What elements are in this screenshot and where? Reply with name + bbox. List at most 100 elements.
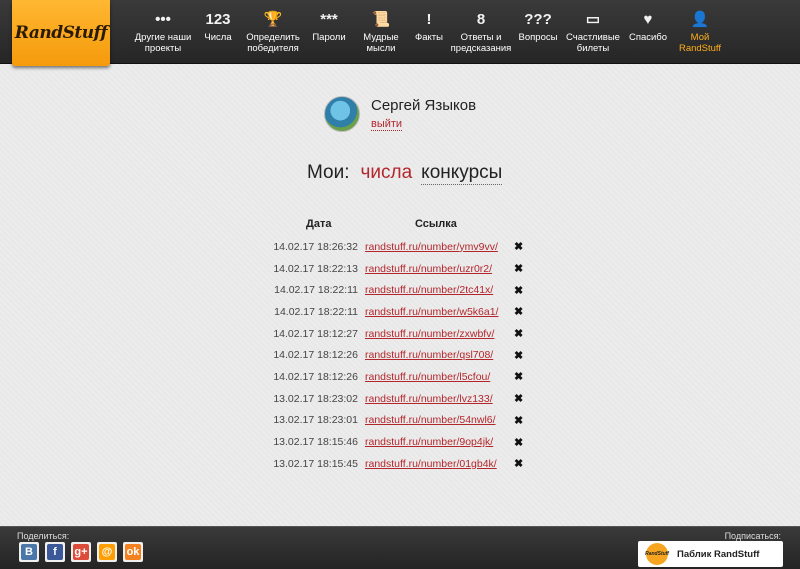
row-date: 14.02.17 18:12:26 — [273, 349, 358, 362]
table-row: 14.02.17 18:26:32 randstuff.ru/number/ymv… — [270, 236, 523, 258]
row-date: 14.02.17 18:22:11 — [274, 284, 358, 297]
row-link[interactable]: randstuff.ru/number/lvz133/ — [365, 393, 512, 405]
heart-icon: ♥ — [643, 10, 653, 28]
table-row: 13.02.17 18:23:02 randstuff.ru/number/lvz… — [270, 388, 523, 410]
row-link[interactable]: randstuff.ru/number/l5cfou/ — [365, 371, 512, 383]
magic-ball-icon: 8 — [476, 10, 486, 28]
logout-link[interactable]: выйти — [371, 117, 403, 131]
row-link[interactable]: randstuff.ru/number/54nwl6/ — [365, 414, 512, 426]
delete-icon[interactable]: ✖ — [514, 240, 523, 253]
nav-item-7[interactable]: ??? Вопросы — [514, 0, 562, 64]
row-date: 14.02.17 18:26:32 — [273, 240, 358, 253]
delete-icon[interactable]: ✖ — [514, 414, 523, 427]
avatar[interactable] — [324, 96, 360, 132]
nav-label: Определить победителя — [246, 32, 300, 54]
delete-icon[interactable]: ✖ — [514, 284, 523, 297]
row-link[interactable]: randstuff.ru/number/qsl708/ — [365, 349, 512, 361]
nav-label: Числа — [204, 32, 232, 43]
tabs-prefix: Мои: — [307, 162, 350, 183]
row-date: 13.02.17 18:15:46 — [273, 436, 358, 449]
dots-icon: ••• — [155, 10, 171, 28]
date-column-header: Дата — [306, 218, 332, 230]
table-row: 14.02.17 18:22:11 randstuff.ru/number/2tc… — [270, 279, 523, 301]
facebook-share-button[interactable]: f — [45, 542, 65, 562]
nav-item-8[interactable]: ▭ Счастливые билеты — [562, 0, 624, 64]
share-label: Поделиться: — [17, 531, 70, 541]
user-icon: 👤 — [690, 10, 710, 28]
nav-label: Счастливые билеты — [566, 32, 620, 54]
public-randstuff-button[interactable]: RandStuff Паблик RandStuff — [638, 541, 783, 567]
row-date: 14.02.17 18:22:13 — [273, 262, 358, 275]
row-link[interactable]: randstuff.ru/number/w5k6a1/ — [365, 306, 512, 318]
share-buttons: Bf g+ @ ok — [19, 542, 149, 562]
history-table: 14.02.17 18:26:32 randstuff.ru/number/ymv… — [270, 236, 523, 475]
delete-icon[interactable]: ✖ — [514, 327, 523, 340]
vk-share-button[interactable]: B — [19, 542, 39, 562]
nav-label: Факты — [415, 32, 443, 43]
row-link[interactable]: randstuff.ru/number/01gb4k/ — [365, 458, 512, 470]
row-date: 13.02.17 18:23:01 — [273, 414, 358, 427]
subscribe-label: Подписаться: — [724, 531, 781, 541]
table-row: 14.02.17 18:12:26 randstuff.ru/number/l5c… — [270, 366, 523, 388]
public-logo-icon: RandStuff — [645, 543, 669, 565]
public-button-label: Паблик RandStuff — [677, 548, 760, 560]
nav-item-10[interactable]: 👤 Мой RandStuff — [672, 0, 728, 64]
row-link[interactable]: randstuff.ru/number/2tc41x/ — [365, 284, 512, 296]
asterisks-icon: *** — [320, 10, 338, 28]
nav-label: Вопросы — [518, 32, 558, 43]
nav-item-0[interactable]: ••• Другие наши проекты — [130, 0, 196, 64]
nav-label: Спасибо — [628, 32, 668, 43]
delete-icon[interactable]: ✖ — [514, 349, 523, 362]
trophy-icon: 🏆 — [263, 10, 283, 28]
question-icon: ??? — [524, 10, 552, 28]
table-row: 14.02.17 18:12:27 randstuff.ru/number/zxw… — [270, 323, 523, 345]
fb-icon: f — [47, 544, 63, 560]
delete-icon[interactable]: ✖ — [514, 370, 523, 383]
user-profile: Сергей Языков выйти — [324, 96, 476, 132]
nav-label: Ответы и предсказания — [450, 32, 512, 54]
nav-item-2[interactable]: 🏆 Определить победителя — [240, 0, 306, 64]
nav-label: Мой RandStuff — [678, 32, 722, 54]
logo-text: RandStuff — [14, 23, 108, 43]
row-link[interactable]: randstuff.ru/number/9op4jk/ — [365, 436, 512, 448]
gp-icon: g+ — [73, 544, 89, 560]
row-link[interactable]: randstuff.ru/number/uzr0r2/ — [365, 263, 512, 275]
nav-item-1[interactable]: 123 Числа — [196, 0, 240, 64]
vk-icon: B — [21, 544, 37, 560]
row-date: 14.02.17 18:12:26 — [273, 370, 358, 383]
table-row: 13.02.17 18:15:45 randstuff.ru/number/01g… — [270, 453, 523, 475]
numbers-icon: 123 — [205, 10, 231, 28]
mail-share-button[interactable]: @ — [97, 542, 117, 562]
delete-icon[interactable]: ✖ — [514, 436, 523, 449]
odnoklassniki-share-button[interactable]: ok — [123, 542, 143, 562]
nav-item-4[interactable]: 📜 Мудрые мысли — [352, 0, 410, 64]
row-date: 13.02.17 18:15:45 — [273, 457, 358, 470]
delete-icon[interactable]: ✖ — [514, 262, 523, 275]
nav-item-3[interactable]: *** Пароли — [306, 0, 352, 64]
table-row: 14.02.17 18:22:13 randstuff.ru/number/uzr… — [270, 258, 523, 280]
delete-icon[interactable]: ✖ — [514, 457, 523, 470]
nav-label: Другие наши проекты — [134, 32, 192, 54]
ticket-icon: ▭ — [585, 10, 601, 28]
delete-icon[interactable]: ✖ — [514, 392, 523, 405]
tab-numbers[interactable]: числа — [361, 162, 413, 184]
table-row: 14.02.17 18:22:11 randstuff.ru/number/w5k… — [270, 301, 523, 323]
row-link[interactable]: randstuff.ru/number/ymv9vv/ — [365, 241, 512, 253]
top-navigation-bar: RandStuff ••• Другие наши проекты 123 Числа… — [0, 0, 800, 66]
footer: Поделиться: Подписаться: Bf g+ @ ok RandStu… — [0, 526, 800, 569]
profile-info: Сергей Языков выйти — [371, 97, 476, 132]
tab-contests[interactable]: конкурсы — [421, 162, 503, 185]
link-column-header: Ссылка — [415, 218, 457, 230]
nav-item-9[interactable]: ♥ Спасибо — [624, 0, 672, 64]
table-row: 13.02.17 18:15:46 randstuff.ru/number/9op… — [270, 431, 523, 453]
delete-icon[interactable]: ✖ — [514, 305, 523, 318]
nav-item-5[interactable]: ! Факты — [410, 0, 448, 64]
row-link[interactable]: randstuff.ru/number/zxwbfv/ — [365, 328, 512, 340]
ok-icon: ok — [125, 544, 141, 560]
google-plus-share-button[interactable]: g+ — [71, 542, 91, 562]
exclamation-icon: ! — [426, 10, 432, 28]
nav-item-6[interactable]: 8 Ответы и предсказания — [448, 0, 514, 64]
table-row: 14.02.17 18:12:26 randstuff.ru/number/qsl… — [270, 344, 523, 366]
nav-label: Мудрые мысли — [363, 32, 399, 54]
randstuff-logo[interactable]: RandStuff — [12, 0, 110, 66]
